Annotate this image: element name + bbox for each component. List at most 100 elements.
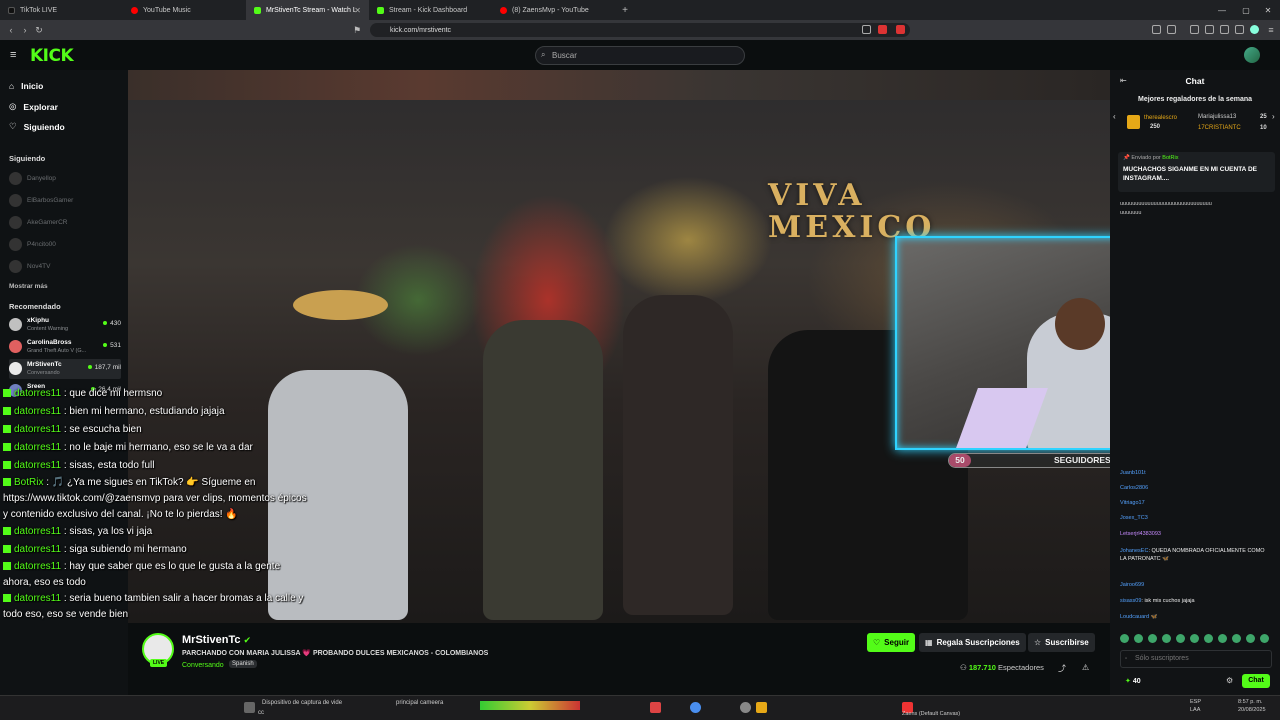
language-indicator[interactable]: ESP: [1190, 699, 1201, 705]
sidebar-item-explorar[interactable]: ◎ Explorar: [9, 101, 58, 112]
avatar: [9, 318, 22, 331]
browser-tab-youtube[interactable]: (8) ZaensMvp - YouTube: [492, 0, 615, 20]
new-tab-button[interactable]: +: [615, 5, 635, 16]
kick-logo[interactable]: KICK: [30, 46, 74, 66]
live-badge: LIVE: [150, 659, 168, 667]
tiktok-icon: [8, 6, 15, 14]
close-icon[interactable]: ✕: [354, 6, 361, 15]
pinned-text: MUCHACHOS SIGANME EN MI CUENTA DE INSTAG…: [1123, 166, 1257, 182]
reload-icon[interactable]: ↻: [32, 25, 46, 36]
emote-icon[interactable]: [1218, 634, 1227, 643]
chat-panel: ⇤ Chat Mejores regaladores de la semana …: [1110, 70, 1280, 695]
gift-subscriptions-button[interactable]: ▦ Regala Suscripciones: [919, 633, 1026, 652]
emote-icon[interactable]: [1134, 634, 1143, 643]
pin-icon: 📌: [1123, 155, 1130, 161]
brave-rewards-icon[interactable]: [896, 25, 905, 34]
user-avatar[interactable]: [1244, 47, 1260, 63]
following-item[interactable]: AkeGamerCR: [9, 216, 121, 229]
taskbar-item[interactable]: Dispositivo de captura de vide: [262, 700, 342, 706]
chat-input[interactable]: ▫ Sólo suscriptores: [1120, 650, 1272, 668]
streamer-name[interactable]: MrStivenTc ✔: [182, 634, 251, 646]
forward-icon[interactable]: ›: [18, 25, 32, 35]
follow-button[interactable]: ♡ Seguir: [867, 633, 916, 652]
share-icon[interactable]: ⤴: [1058, 663, 1066, 674]
back-icon[interactable]: ‹: [4, 25, 18, 35]
audio-source-label: Zaens (Default Canvas): [902, 711, 961, 717]
channel-points[interactable]: ✦ 40: [1125, 677, 1141, 685]
gear-icon[interactable]: ⚙: [1226, 676, 1233, 685]
chrome-icon[interactable]: [690, 702, 701, 713]
following-item[interactable]: Danyellop: [9, 172, 121, 185]
playlist-icon[interactable]: [1205, 25, 1214, 34]
points-icon: ✦: [1125, 678, 1131, 685]
emote-icon[interactable]: [1204, 634, 1213, 643]
browser-tab-tiktok[interactable]: TikTok LIVE: [0, 0, 123, 20]
emote-icon[interactable]: [1232, 634, 1241, 643]
kick-icon: [3, 594, 11, 602]
emote-icon[interactable]: [1148, 634, 1157, 643]
brave-shield-icon[interactable]: [878, 25, 887, 34]
chevron-left-icon[interactable]: ‹: [1113, 112, 1116, 121]
menu-icon[interactable]: ≡: [1264, 25, 1278, 35]
maximize-icon[interactable]: ▢: [1234, 0, 1258, 20]
emote-icon[interactable]: [1120, 634, 1129, 643]
leo-icon[interactable]: [1250, 25, 1259, 34]
avatar: [9, 362, 22, 375]
clock-time[interactable]: 8:57 p. m.: [1238, 699, 1262, 705]
pinned-by: 📌 Enviado por BotRix: [1123, 155, 1179, 161]
taskbar-item[interactable]: principal cameera: [396, 700, 443, 706]
sidebar-icon[interactable]: [1220, 25, 1229, 34]
subscribe-button[interactable]: ☆ Suscribirse: [1028, 633, 1095, 652]
gifter-name[interactable]: Mariajulissa13: [1198, 114, 1236, 120]
taskbar-item[interactable]: cc: [258, 710, 264, 716]
recommended-item[interactable]: CarolinaBross Grand Theft Auto V (G... 5…: [9, 337, 121, 357]
close-window-icon[interactable]: ✕: [1256, 0, 1280, 20]
following-item[interactable]: Nov4TV: [9, 260, 121, 273]
brave-icon[interactable]: [650, 702, 661, 713]
emote-icon[interactable]: [1260, 634, 1269, 643]
emote-icon[interactable]: [1176, 634, 1185, 643]
url-field[interactable]: kick.com/mrstiventc: [370, 23, 910, 37]
top-gifters-title: Mejores regaladores de la semana: [1138, 96, 1252, 103]
person: [483, 320, 603, 620]
gifter-name[interactable]: 17CRISTIANTC: [1198, 125, 1241, 131]
avatar: [9, 172, 22, 185]
clock-date[interactable]: 20/08/2025: [1238, 707, 1266, 713]
overlay-chat: datorres11 : que dice mi hermsno datorre…: [3, 385, 308, 623]
browser-tab-kick-dashboard[interactable]: Stream - Kick Dashboard: [369, 0, 492, 20]
search-input[interactable]: ⌕ Buscar: [535, 46, 745, 65]
sidebar-item-inicio[interactable]: ⌂ Inicio: [9, 81, 43, 91]
following-item[interactable]: P4ncito00: [9, 238, 121, 251]
music-icon[interactable]: [1190, 25, 1199, 34]
gifter-name[interactable]: therealescro: [1144, 115, 1177, 121]
send-chat-button[interactable]: Chat: [1242, 674, 1270, 688]
recommended-item[interactable]: xKiphu Content Warning 430: [9, 315, 121, 335]
emote-icon[interactable]: [1190, 634, 1199, 643]
extension-icon[interactable]: [1152, 25, 1161, 34]
report-icon[interactable]: ⚠: [1082, 663, 1089, 672]
language-tag[interactable]: Spanish: [229, 660, 257, 668]
kick-icon: [3, 545, 11, 553]
browser-tab-youtube-music[interactable]: YouTube Music: [123, 0, 246, 20]
avatar: [9, 238, 22, 251]
extension-icon[interactable]: [1167, 25, 1176, 34]
wallet-icon[interactable]: [1235, 25, 1244, 34]
folder-icon[interactable]: [756, 702, 767, 713]
sidebar-item-siguiendo[interactable]: ♡ Siguiendo: [9, 121, 65, 132]
hamburger-menu-icon[interactable]: ≡: [10, 49, 16, 61]
following-item[interactable]: ElBarbosGamer: [9, 194, 121, 207]
chat-message: Letserjrl4383093: [1120, 531, 1161, 537]
show-more-link[interactable]: Mostrar más: [9, 283, 48, 290]
share-icon[interactable]: [862, 25, 871, 34]
emote-icon[interactable]: [1162, 634, 1171, 643]
browser-tab-kick-stream[interactable]: MrStivenTc Stream - Watch L ✕: [246, 0, 369, 20]
obs-icon[interactable]: [740, 702, 751, 713]
star-icon: ☆: [1034, 638, 1042, 647]
app-icon[interactable]: [244, 702, 255, 713]
minimize-icon[interactable]: —: [1210, 0, 1234, 20]
emote-icon[interactable]: [1246, 634, 1255, 643]
recommended-item-active[interactable]: MrStivenTc Conversando 187,7 mil: [9, 359, 121, 379]
chevron-right-icon[interactable]: ›: [1272, 112, 1275, 121]
bookmark-icon[interactable]: ⚑: [350, 25, 364, 36]
stream-category[interactable]: Conversando: [182, 662, 224, 669]
